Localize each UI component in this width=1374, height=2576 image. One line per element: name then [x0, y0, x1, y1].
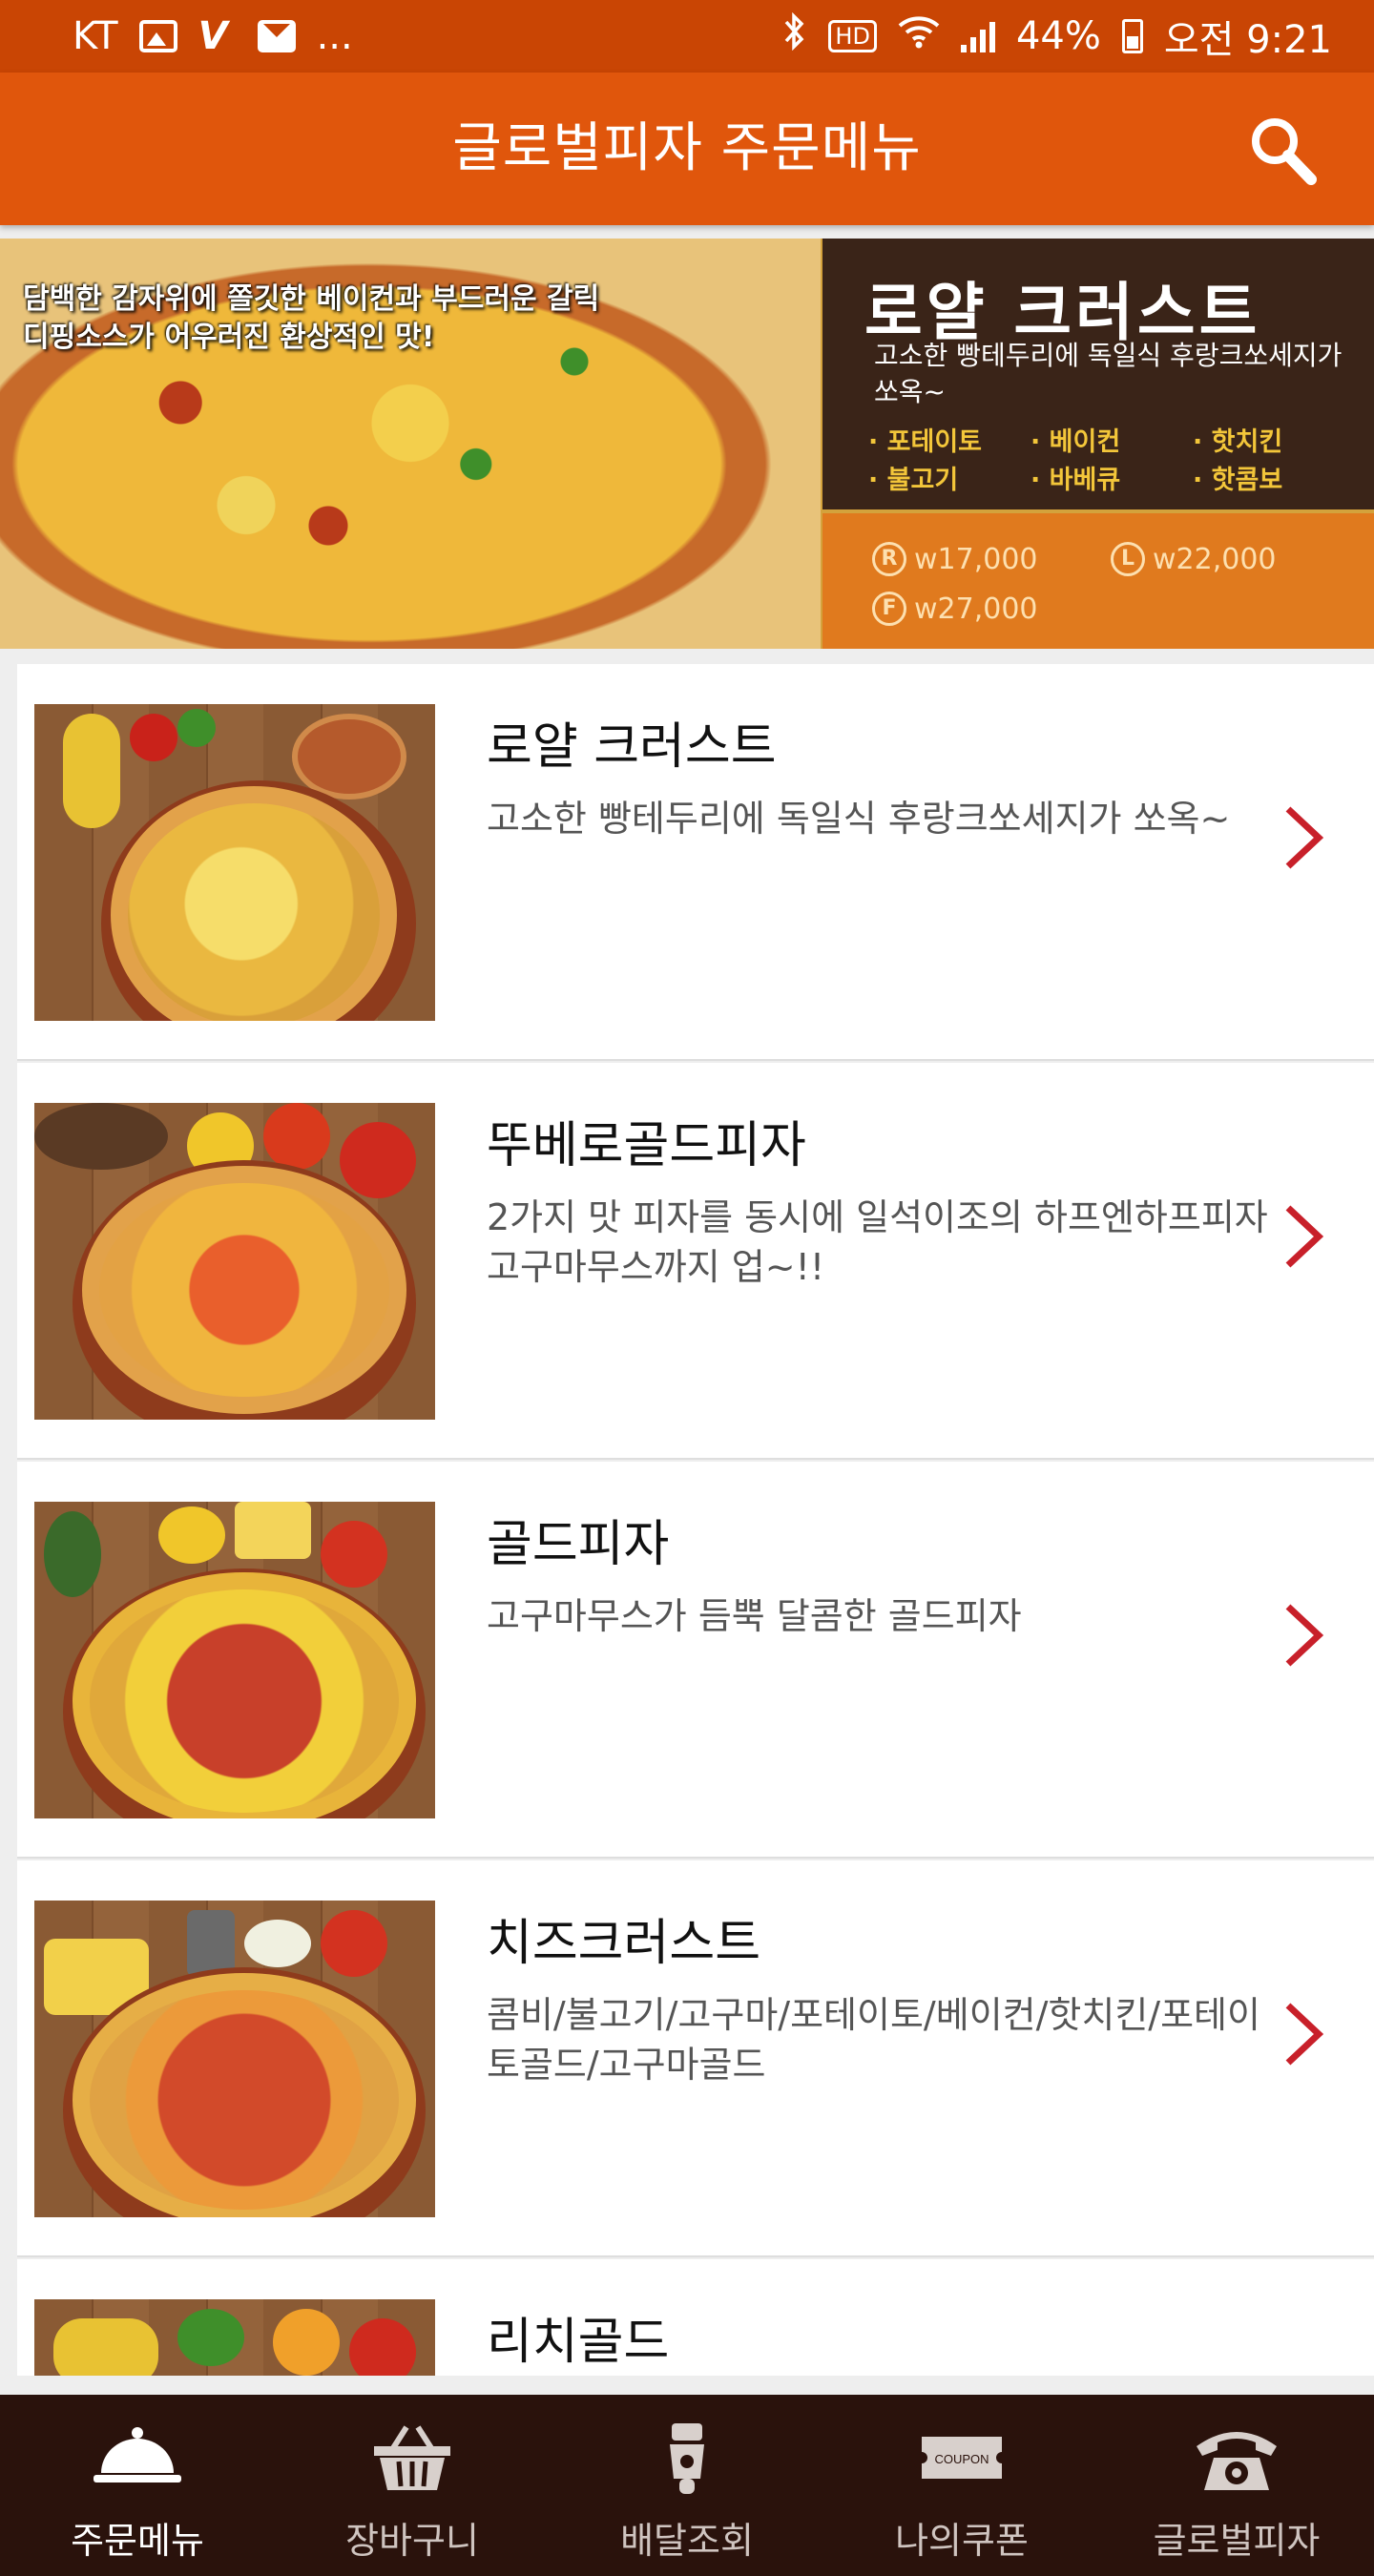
chevron-right-icon[interactable]	[1275, 800, 1332, 876]
search-icon	[1252, 118, 1317, 185]
menu-item-rich-gold[interactable]: 리치골드	[17, 2259, 1374, 2376]
nav-tab-cart[interactable]: 장바구니	[275, 2395, 550, 2576]
price-regular: Rw17,000	[872, 542, 1111, 576]
menu-item-description: 2가지 맛 피자를 동시에 일석이조의 하프엔하프피자 고구마무스까지 업~!!	[487, 1196, 1268, 1288]
banner-tagline: 담백한 감자위에 쫄깃한 베이컨과 부드러운 갈릭디핑소스가 어우러진 환상적인…	[23, 282, 600, 354]
pizza-thumbnail	[34, 704, 435, 1021]
topping-label: · 바베큐	[1030, 466, 1121, 495]
pizza-thumbnail	[34, 1901, 435, 2217]
clock: 오전 9:21	[1163, 18, 1332, 62]
pizza-thumbnail	[34, 2299, 435, 2376]
size-badge: R	[872, 542, 906, 576]
chevron-right-icon[interactable]	[1275, 1597, 1332, 1673]
coupon-icon: COUPON	[922, 2437, 1002, 2479]
status-bar: KT V ... HD 44% 오전 9:21	[0, 0, 1374, 73]
v-app-icon: V	[198, 14, 228, 58]
menu-item-name: 치즈크러스트	[487, 1915, 761, 1972]
menu-item-gold-pizza[interactable]: 골드피자 고구마무스가 듬뿍 달콤한 골드피자	[17, 1462, 1374, 1859]
price-value: w17,000	[914, 542, 1038, 576]
nav-label: 배달조회	[620, 2520, 754, 2562]
menu-item-name: 골드피자	[487, 1516, 670, 1573]
status-left: KT V ...	[73, 14, 353, 58]
signal-icon	[960, 20, 995, 52]
price-family: Fw27,000	[872, 592, 1111, 626]
bluetooth-icon	[782, 11, 807, 60]
carrier-label: KT	[73, 14, 118, 58]
menu-item-name: 로얄 크러스트	[487, 718, 777, 776]
topping-label: · 베이컨	[1030, 427, 1121, 457]
topping-label: · 포테이토	[868, 427, 983, 457]
search-button[interactable]	[1244, 113, 1321, 189]
page-title: 글로벌피자 주문메뉴	[452, 117, 922, 179]
nav-tab-global-pizza[interactable]: 글로벌피자	[1099, 2395, 1374, 2576]
menu-item-description: 콤비/불고기/고구마/포테이토/베이컨/핫치킨/포테이토골드/고구마골드	[487, 1994, 1260, 2086]
hd-voice-icon: HD	[828, 20, 877, 52]
topping-label: · 핫콤보	[1193, 466, 1283, 495]
chevron-right-icon[interactable]	[1275, 1198, 1332, 1275]
bottom-nav: 주문메뉴 장바구니 배달조회 COUPON 나의쿠폰 글로벌피자	[0, 2395, 1374, 2576]
nav-tab-delivery-tracking[interactable]: 배달조회	[550, 2395, 824, 2576]
battery-icon	[1121, 19, 1143, 53]
promo-banner[interactable]: 담백한 감자위에 쫄깃한 베이컨과 부드러운 갈릭디핑소스가 어우러진 환상적인…	[0, 239, 1374, 649]
topping-label: · 불고기	[868, 466, 959, 495]
size-badge: L	[1111, 542, 1145, 576]
price-value: w27,000	[914, 592, 1038, 626]
nav-label: 글로벌피자	[1153, 2520, 1321, 2562]
cloche-icon	[94, 2427, 181, 2483]
menu-item-tubero-gold[interactable]: 뚜베로골드피자 2가지 맛 피자를 동시에 일석이조의 하프엔하프피자 고구마무…	[17, 1063, 1374, 1460]
nav-label: 나의쿠폰	[895, 2520, 1029, 2562]
telephone-icon	[1197, 2432, 1277, 2490]
price-value: w22,000	[1153, 542, 1277, 576]
basket-icon	[374, 2425, 450, 2490]
nav-tab-order-menu[interactable]: 주문메뉴	[0, 2395, 275, 2576]
topping-label: · 핫치킨	[1193, 427, 1283, 457]
banner-description: 고소한 빵테두리에 독일식 후랑크쏘세지가 쏘옥~	[874, 340, 1343, 407]
menu-item-description: 고구마무스가 듬뿍 달콤한 골드피자	[487, 1595, 1022, 1637]
more-notifications: ...	[316, 14, 353, 58]
menu-item-name: 리치골드	[487, 2314, 670, 2371]
banner-toppings: · 포테이토 · 베이컨 · 핫치킨 · 불고기 · 바베큐 · 핫콤보	[868, 426, 1364, 498]
nav-label: 장바구니	[345, 2520, 479, 2562]
scooter-icon	[670, 2423, 704, 2494]
gallery-icon	[138, 20, 177, 52]
chevron-right-icon[interactable]	[1275, 1996, 1332, 2072]
nav-tab-my-coupons[interactable]: COUPON 나의쿠폰	[824, 2395, 1099, 2576]
menu-item-name: 뚜베로골드피자	[487, 1117, 806, 1174]
menu-item-description: 고소한 빵테두리에 독일식 후랑크쏘세지가 쏘옥~	[487, 798, 1231, 840]
banner-prices: Rw17,000 Lw22,000 Fw27,000	[872, 542, 1368, 626]
wifi-icon	[898, 14, 940, 58]
size-badge: F	[872, 592, 906, 626]
app-screen: KT V ... HD 44% 오전 9:21 글로벌피자 주문메뉴 담백한 감…	[0, 0, 1374, 2576]
status-right: HD 44% 오전 9:21	[782, 9, 1332, 64]
menu-item-royal-crust[interactable]: 로얄 크러스트 고소한 빵테두리에 독일식 후랑크쏘세지가 쏘옥~	[17, 664, 1374, 1061]
battery-percent: 44%	[1015, 14, 1101, 58]
pizza-thumbnail	[34, 1103, 435, 1420]
menu-item-cheese-crust[interactable]: 치즈크러스트 콤비/불고기/고구마/포테이토/베이컨/핫치킨/포테이토골드/고구…	[17, 1860, 1374, 2257]
coupon-icon-text: COUPON	[934, 2452, 989, 2466]
mail-icon	[257, 20, 296, 52]
menu-list[interactable]: 로얄 크러스트 고소한 빵테두리에 독일식 후랑크쏘세지가 쏘옥~ 뚜베로골드피…	[17, 664, 1374, 2376]
pizza-thumbnail	[34, 1502, 435, 1818]
price-large: Lw22,000	[1111, 542, 1349, 576]
nav-label: 주문메뉴	[71, 2520, 204, 2562]
app-bar: 글로벌피자 주문메뉴	[0, 73, 1374, 225]
